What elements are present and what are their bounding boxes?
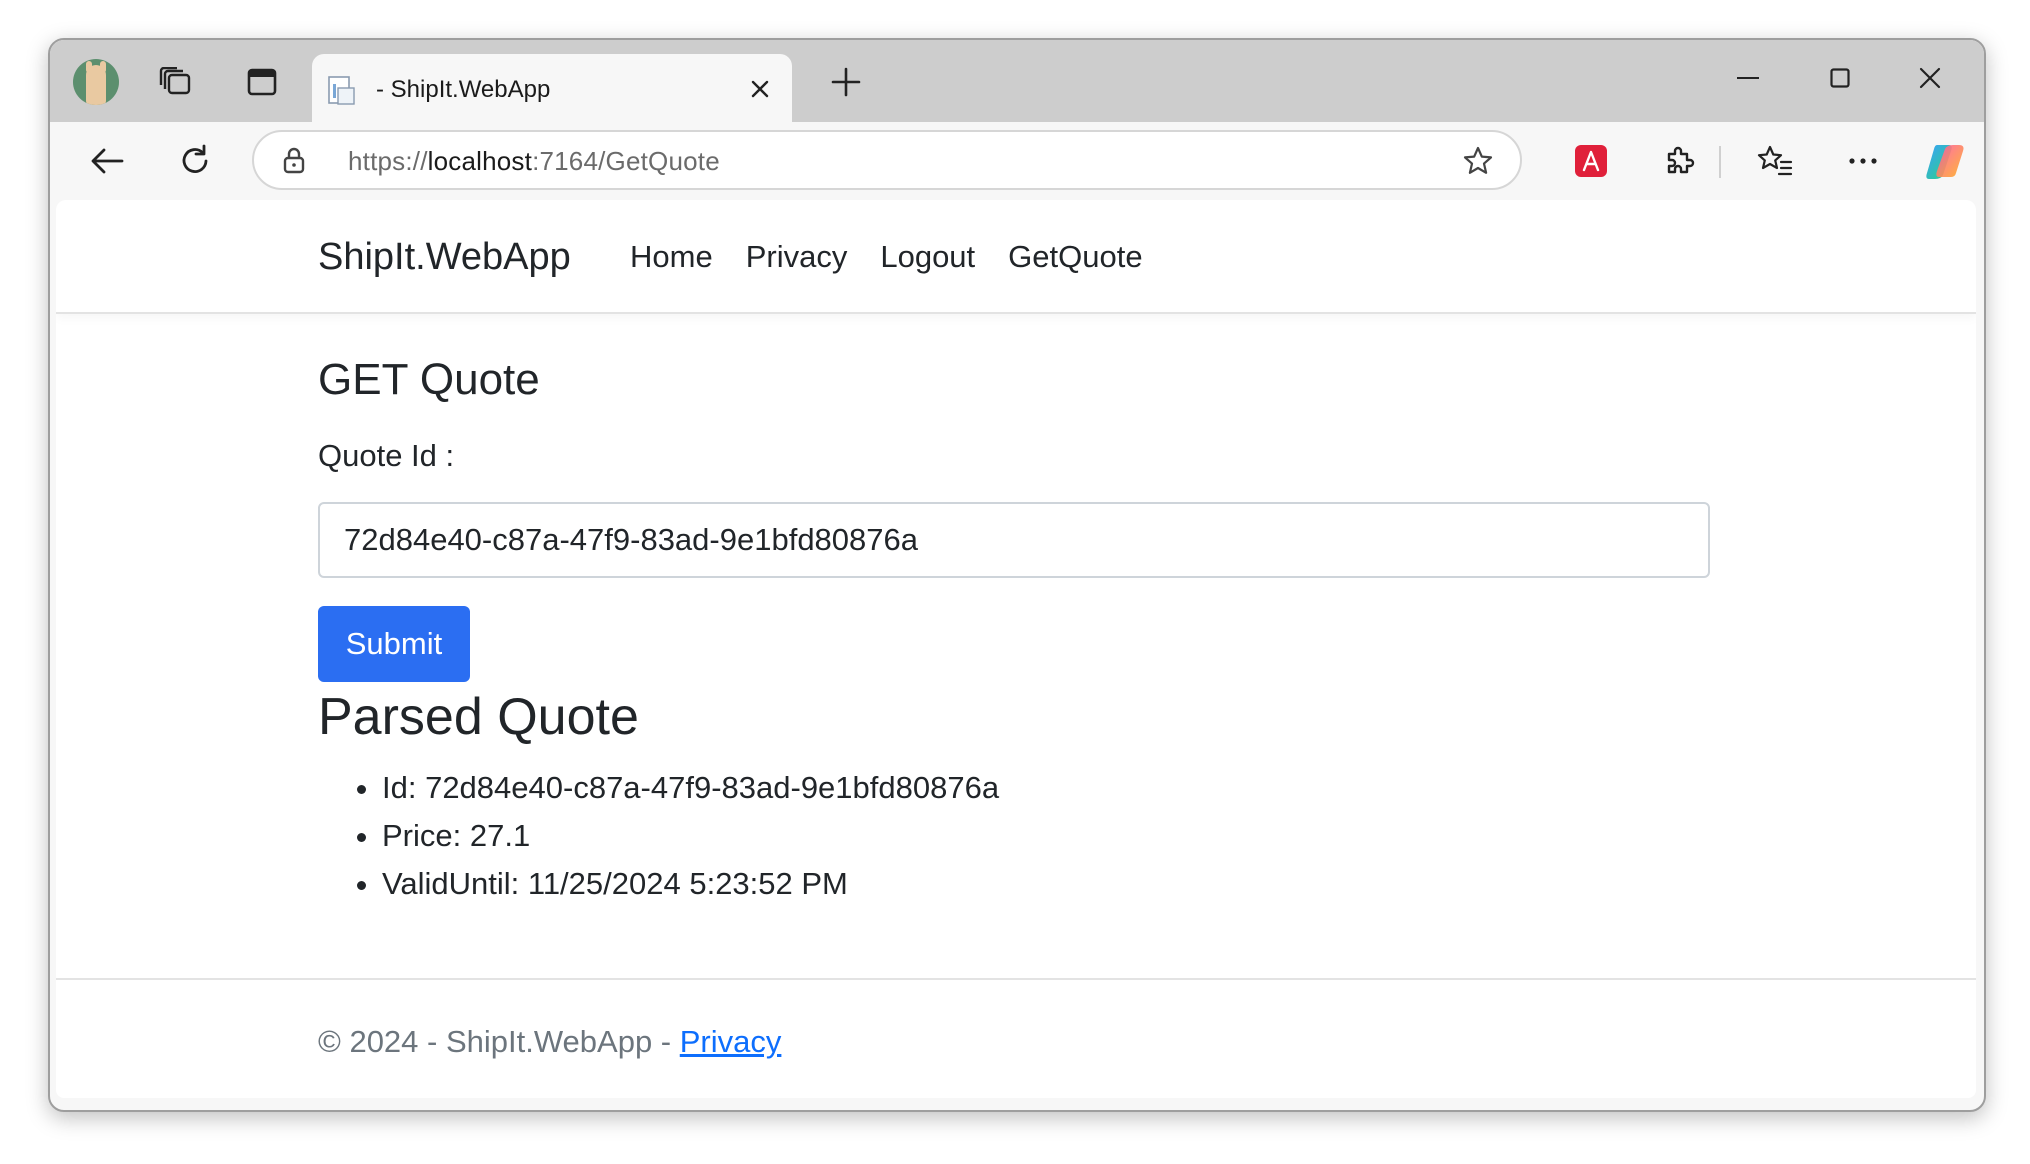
list-item: ValidUntil: 11/25/2024 5:23:52 PM xyxy=(382,860,999,908)
sidebar-icon[interactable] xyxy=(236,56,288,108)
site-navbar: ShipIt.WebApp Home Privacy Logout GetQuo… xyxy=(56,200,1976,314)
favorites-icon[interactable] xyxy=(1748,134,1802,188)
tab-title: - ShipIt.WebApp xyxy=(376,76,551,103)
page-title: GET Quote xyxy=(318,355,540,404)
footer-privacy-link[interactable]: Privacy xyxy=(680,1024,782,1059)
star-icon[interactable] xyxy=(1462,145,1494,177)
nav-link-privacy[interactable]: Privacy xyxy=(746,236,848,278)
browser-tab[interactable]: - ShipIt.WebApp xyxy=(312,54,792,124)
page-viewport: ShipIt.WebApp Home Privacy Logout GetQuo… xyxy=(56,200,1976,1098)
nav-link-home[interactable]: Home xyxy=(630,236,713,278)
quote-id-label: Quote Id : xyxy=(318,438,455,473)
browser-window: - ShipIt.WebApp https://localhost:7164/G… xyxy=(48,38,1986,1112)
list-item: Price: 27.1 xyxy=(382,812,999,860)
acrobat-icon[interactable] xyxy=(1564,134,1618,188)
nav-link-getquote[interactable]: GetQuote xyxy=(1008,236,1142,278)
url-text: https://localhost:7164/GetQuote xyxy=(348,146,720,176)
quote-id-input[interactable] xyxy=(318,502,1710,578)
list-item: Id: 72d84e40-c87a-47f9-83ad-9e1bfd80876a xyxy=(382,764,999,812)
more-icon[interactable] xyxy=(1836,134,1890,188)
window-close-icon[interactable] xyxy=(1894,50,1966,106)
address-bar[interactable]: https://localhost:7164/GetQuote xyxy=(252,130,1522,190)
copilot-icon[interactable] xyxy=(1918,134,1972,188)
browser-toolbar: https://localhost:7164/GetQuote xyxy=(50,122,1984,200)
nav-links: Home Privacy Logout GetQuote xyxy=(630,236,1143,278)
collections-icon[interactable] xyxy=(150,56,202,108)
minimize-icon[interactable] xyxy=(1712,50,1784,106)
lock-icon[interactable] xyxy=(280,146,308,174)
maximize-icon[interactable] xyxy=(1804,50,1876,106)
parsed-quote-heading: Parsed Quote xyxy=(318,688,639,746)
toolbar-divider xyxy=(1719,146,1721,178)
footer-copyright: © 2024 - ShipIt.WebApp - xyxy=(318,1024,680,1059)
tab-strip: - ShipIt.WebApp xyxy=(50,40,1984,124)
avatar xyxy=(73,59,119,105)
plus-icon[interactable] xyxy=(820,56,872,108)
close-icon[interactable] xyxy=(742,71,778,107)
puzzle-icon[interactable] xyxy=(1652,134,1706,188)
footer-text: © 2024 - ShipIt.WebApp - Privacy xyxy=(318,1022,781,1062)
reload-icon[interactable] xyxy=(168,134,222,188)
nav-link-logout[interactable]: Logout xyxy=(880,236,975,278)
back-arrow-icon[interactable] xyxy=(80,134,134,188)
parsed-quote-list: Id: 72d84e40-c87a-47f9-83ad-9e1bfd80876a… xyxy=(318,764,999,908)
navbar-brand[interactable]: ShipIt.WebApp xyxy=(318,234,571,280)
profile-avatar[interactable] xyxy=(70,56,122,108)
page-favicon-icon xyxy=(328,76,356,106)
site-footer: © 2024 - ShipIt.WebApp - Privacy xyxy=(56,978,1976,1098)
submit-button[interactable]: Submit xyxy=(318,606,470,682)
